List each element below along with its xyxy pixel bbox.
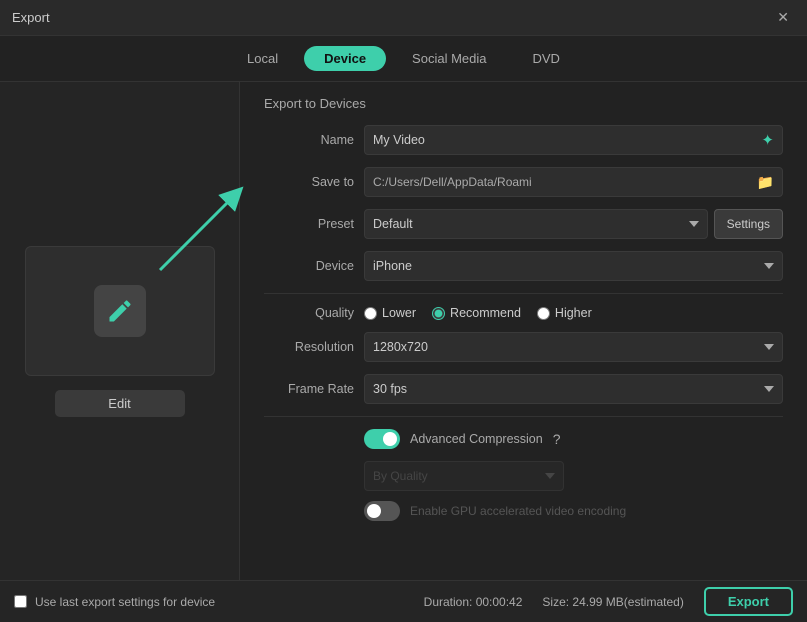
device-label: Device xyxy=(264,259,354,273)
save-path-text: C:/Users/Dell/AppData/Roami xyxy=(373,175,751,189)
quality-label: Quality xyxy=(264,306,354,320)
section-title: Export to Devices xyxy=(264,96,783,111)
pencil-icon xyxy=(106,297,134,325)
main-content: Edit Export to Devices Name ✦ Save to C:… xyxy=(0,82,807,580)
name-label: Name xyxy=(264,133,354,147)
footer-right: Duration: 00:00:42 Size: 24.99 MB(estima… xyxy=(424,587,793,616)
last-settings-checkbox[interactable] xyxy=(14,595,27,608)
quality-lower-option[interactable]: Lower xyxy=(364,306,416,320)
tab-social-media[interactable]: Social Media xyxy=(392,46,506,71)
close-button[interactable]: ✕ xyxy=(771,7,795,28)
frame-rate-row: Frame Rate 30 fps xyxy=(264,374,783,404)
last-settings-label: Use last export settings for device xyxy=(35,595,215,609)
folder-icon[interactable]: 📁 xyxy=(757,174,774,191)
quality-row: Quality Lower Recommend Higher xyxy=(264,306,783,320)
preset-control-wrap: Default Settings xyxy=(364,209,783,239)
settings-button[interactable]: Settings xyxy=(714,209,783,239)
divider-2 xyxy=(264,416,783,417)
name-row: Name ✦ xyxy=(264,125,783,155)
advanced-compression-row: Advanced Compression ? xyxy=(264,429,783,449)
quality-higher-radio[interactable] xyxy=(537,307,550,320)
size-info: Size: 24.99 MB(estimated) xyxy=(542,595,683,609)
quality-recommend-label: Recommend xyxy=(450,306,521,320)
save-to-row: Save to C:/Users/Dell/AppData/Roami 📁 xyxy=(264,167,783,197)
preset-row: Preset Default Settings xyxy=(264,209,783,239)
name-input-wrap: ✦ xyxy=(364,125,783,155)
preset-label: Preset xyxy=(264,217,354,231)
tab-device[interactable]: Device xyxy=(304,46,386,71)
edit-icon-wrap xyxy=(94,285,146,337)
save-path-wrap: C:/Users/Dell/AppData/Roami 📁 xyxy=(364,167,783,197)
title-bar: Export ✕ xyxy=(0,0,807,36)
save-to-label: Save to xyxy=(264,175,354,189)
frame-rate-select[interactable]: 30 fps xyxy=(364,374,783,404)
gpu-toggle[interactable] xyxy=(364,501,400,521)
tab-dvd[interactable]: DVD xyxy=(512,46,579,71)
gpu-label: Enable GPU accelerated video encoding xyxy=(410,504,626,518)
by-quality-row: By Quality xyxy=(264,461,783,491)
tab-bar: Local Device Social Media DVD xyxy=(0,36,807,82)
device-row: Device iPhone xyxy=(264,251,783,281)
quality-higher-label: Higher xyxy=(555,306,592,320)
export-button[interactable]: Export xyxy=(704,587,793,616)
gpu-row: Enable GPU accelerated video encoding xyxy=(264,501,783,521)
resolution-select[interactable]: 1280x720 xyxy=(364,332,783,362)
quality-higher-option[interactable]: Higher xyxy=(537,306,592,320)
ai-icon[interactable]: ✦ xyxy=(761,131,774,149)
footer-left: Use last export settings for device xyxy=(14,595,215,609)
divider xyxy=(264,293,783,294)
quality-lower-label: Lower xyxy=(382,306,416,320)
name-input[interactable] xyxy=(373,133,755,147)
quality-lower-radio[interactable] xyxy=(364,307,377,320)
edit-button[interactable]: Edit xyxy=(55,390,185,417)
preview-box xyxy=(25,246,215,376)
left-panel: Edit xyxy=(0,82,240,580)
help-icon[interactable]: ? xyxy=(553,431,561,447)
frame-rate-label: Frame Rate xyxy=(264,382,354,396)
right-panel: Export to Devices Name ✦ Save to C:/User… xyxy=(240,82,807,580)
toggle-slider xyxy=(364,429,400,449)
window-title: Export xyxy=(12,10,50,25)
quality-options: Lower Recommend Higher xyxy=(364,306,592,320)
quality-recommend-radio[interactable] xyxy=(432,307,445,320)
advanced-compression-label: Advanced Compression xyxy=(410,432,543,446)
gpu-toggle-slider xyxy=(364,501,400,521)
quality-recommend-option[interactable]: Recommend xyxy=(432,306,521,320)
footer: Use last export settings for device Dura… xyxy=(0,580,807,622)
tab-local[interactable]: Local xyxy=(227,46,298,71)
device-select[interactable]: iPhone xyxy=(364,251,783,281)
advanced-compression-toggle[interactable] xyxy=(364,429,400,449)
preset-select[interactable]: Default xyxy=(364,209,708,239)
resolution-row: Resolution 1280x720 xyxy=(264,332,783,362)
resolution-label: Resolution xyxy=(264,340,354,354)
duration-info: Duration: 00:00:42 xyxy=(424,595,523,609)
by-quality-select[interactable]: By Quality xyxy=(364,461,564,491)
